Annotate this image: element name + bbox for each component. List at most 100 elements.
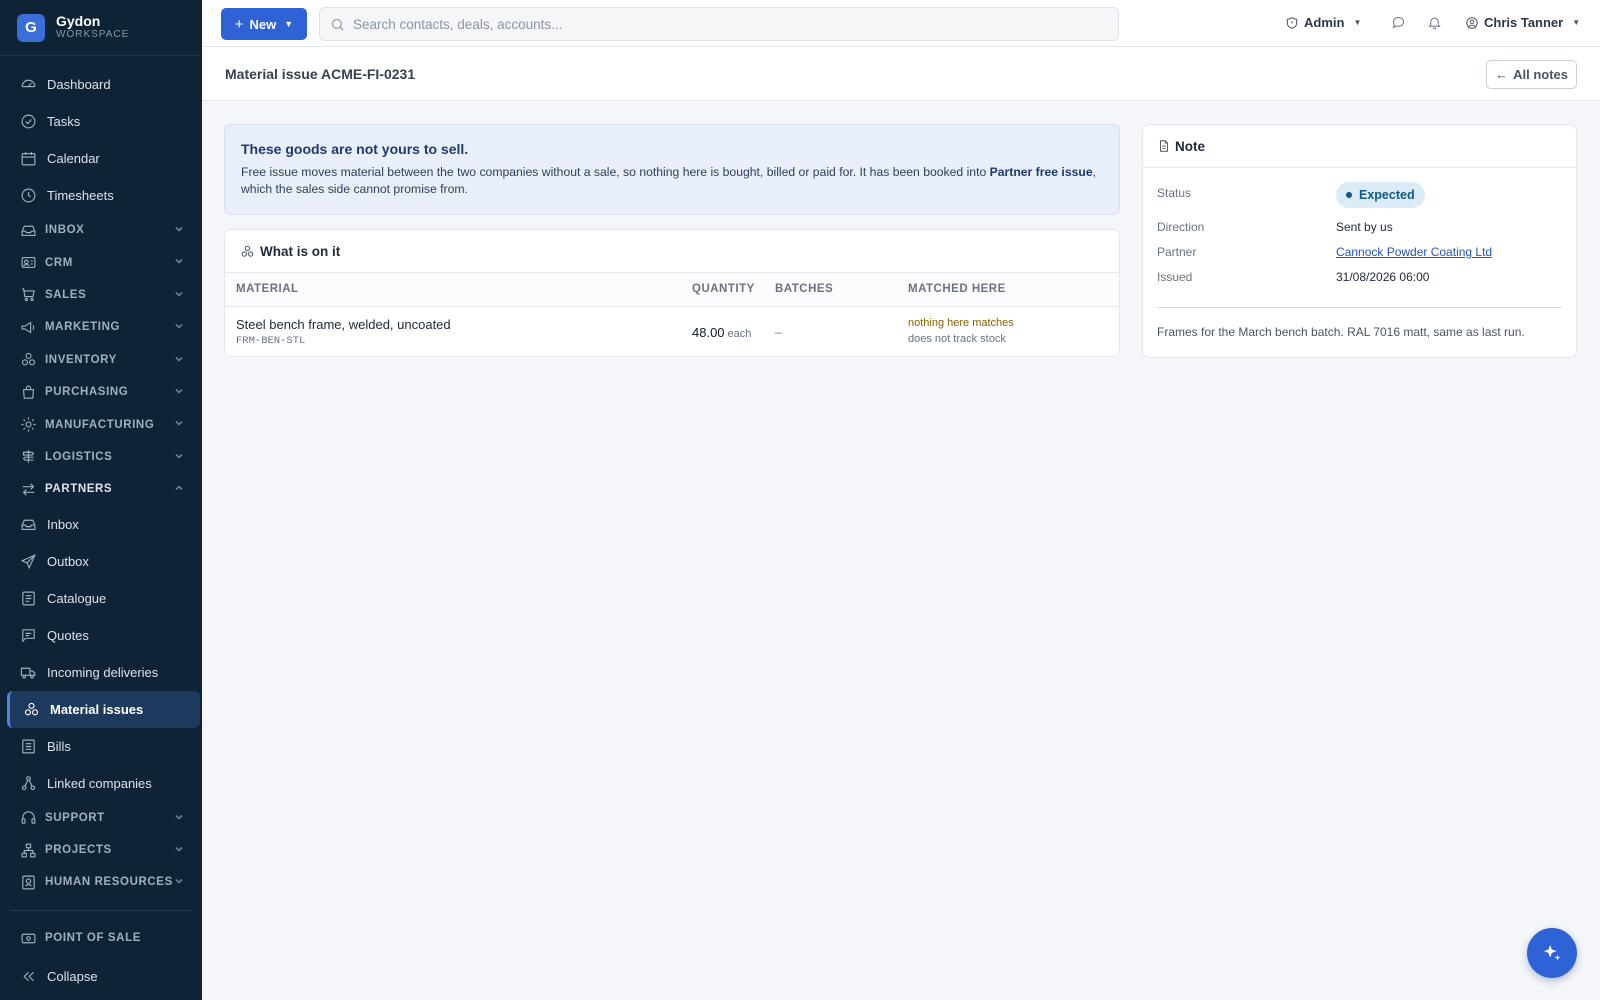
cart-icon xyxy=(19,286,37,304)
alert-title: These goods are not yours to sell. xyxy=(241,141,469,157)
sidebar-item-label: Incoming deliveries xyxy=(47,664,159,680)
ai-assistant-button[interactable] xyxy=(1527,928,1577,978)
sidebar-nav: Dashboard Tasks Calendar Timesheets INBO… xyxy=(0,56,202,899)
notifications-button[interactable] xyxy=(1427,15,1443,31)
chevron-down-icon xyxy=(175,356,183,362)
note-card-header: Note xyxy=(1143,125,1576,168)
sidebar-divider xyxy=(10,910,192,911)
brand-logo: G xyxy=(17,13,45,42)
sidebar-item-incoming-deliveries[interactable]: Incoming deliveries xyxy=(0,654,202,691)
chevron-up-icon xyxy=(175,485,183,491)
sidebar-section-projects[interactable]: PROJECTS xyxy=(0,834,202,866)
chevron-down-icon xyxy=(175,453,183,459)
bag-icon xyxy=(19,383,37,401)
status-label: Status xyxy=(1157,186,1192,200)
sidebar-item-label: Bills xyxy=(47,738,71,754)
bell-icon xyxy=(1428,17,1441,30)
alert-body-text: Free issue moves material between the tw… xyxy=(241,165,990,179)
search-icon xyxy=(331,18,344,31)
direction-value: Sent by us xyxy=(1336,220,1393,234)
search-box[interactable] xyxy=(319,7,1119,41)
collapse-label: Collapse xyxy=(47,969,98,984)
issued-value: 31/08/2026 06:00 xyxy=(1336,270,1430,284)
register-icon xyxy=(19,929,37,947)
gear-icon xyxy=(19,416,37,434)
sidebar-item-timesheets[interactable]: Timesheets xyxy=(0,177,202,214)
issued-label: Issued xyxy=(1157,270,1193,284)
column-header-batches: BATCHES xyxy=(775,283,834,295)
quantity-value: 48.00 xyxy=(692,325,725,340)
new-button-label: New xyxy=(249,16,277,32)
items-card-title: What is on it xyxy=(260,243,341,259)
sidebar-item-label: Material issues xyxy=(50,701,144,717)
caret-down-icon: ▼ xyxy=(1353,18,1362,27)
brand[interactable]: G Gydon WORKSPACE xyxy=(0,0,202,56)
batches-cell: – xyxy=(775,325,782,339)
sidebar-item-bills[interactable]: Bills xyxy=(0,728,202,765)
inbox-icon xyxy=(19,221,37,239)
column-header-material: MATERIAL xyxy=(236,283,299,295)
user-name: Chris Tanner xyxy=(1484,15,1564,30)
role-switcher[interactable]: Admin ▼ xyxy=(1285,15,1361,30)
sidebar-item-catalogue[interactable]: Catalogue xyxy=(0,580,202,617)
sidebar-section-logistics[interactable]: LOGISTICS xyxy=(0,441,202,473)
catalogue-icon xyxy=(19,589,37,607)
material-code: FRM-BEN-STL xyxy=(236,335,306,347)
new-button[interactable]: + New ▼ xyxy=(221,8,307,40)
sidebar-item-quotes[interactable]: Quotes xyxy=(0,617,202,654)
search-input[interactable] xyxy=(353,16,1053,32)
headset-icon xyxy=(19,809,37,827)
chevron-down-icon xyxy=(175,814,183,820)
chat-bubble-icon xyxy=(19,626,37,644)
sidebar-section-support[interactable]: SUPPORT xyxy=(0,802,202,834)
sidebar-item-tasks[interactable]: Tasks xyxy=(0,103,202,140)
table-header: MATERIAL QUANTITY BATCHES MATCHED HERE xyxy=(225,273,1119,307)
sidebar-section-human-resources[interactable]: HUMAN RESOURCES xyxy=(0,866,202,898)
sidebar-item-calendar[interactable]: Calendar xyxy=(0,140,202,177)
boxes-icon xyxy=(19,351,37,369)
chevron-down-icon xyxy=(175,388,183,394)
section-label: POINT OF SALE xyxy=(45,932,141,945)
section-label: INBOX xyxy=(45,224,85,237)
dashboard-icon xyxy=(19,76,37,94)
sidebar-section-sales[interactable]: SALES xyxy=(0,279,202,311)
all-notes-button[interactable]: ← All notes xyxy=(1486,60,1577,89)
sidebar-item-label: Inbox xyxy=(47,516,79,532)
user-menu[interactable]: Chris Tanner ▼ xyxy=(1465,15,1580,30)
hierarchy-icon xyxy=(19,841,37,859)
sidebar-section-partners[interactable]: PARTNERS xyxy=(0,473,202,505)
sidebar-item-label: Dashboard xyxy=(47,77,111,92)
column-header-matched-here: MATCHED HERE xyxy=(908,283,1006,295)
sidebar-section-point-of-sale[interactable]: POINT OF SALE xyxy=(0,922,202,954)
sidebar-item-dashboard[interactable]: Dashboard xyxy=(0,66,202,103)
sidebar-item-outbox[interactable]: Outbox xyxy=(0,543,202,580)
note-text: Frames for the March bench batch. RAL 70… xyxy=(1157,325,1525,339)
direction-label: Direction xyxy=(1157,220,1205,234)
messages-button[interactable] xyxy=(1391,15,1407,31)
sidebar-item-partner-inbox[interactable]: Inbox xyxy=(0,506,202,543)
top-bar: + New ▼ Admin ▼ Chris Tanner ▼ xyxy=(202,0,1600,47)
chat-icon xyxy=(1392,16,1405,29)
document-icon xyxy=(1160,140,1168,152)
signpost-icon xyxy=(19,448,37,466)
sidebar-item-label: Quotes xyxy=(47,627,89,643)
sidebar-section-manufacturing[interactable]: MANUFACTURING xyxy=(0,408,202,440)
sidebar-section-crm[interactable]: CRM xyxy=(0,246,202,278)
sidebar-item-label: Tasks xyxy=(47,114,81,129)
sidebar-item-linked-companies[interactable]: Linked companies xyxy=(0,765,202,802)
table-row[interactable]: Steel bench frame, welded, uncoated FRM-… xyxy=(225,307,1119,356)
sidebar-section-purchasing[interactable]: PURCHASING xyxy=(0,376,202,408)
sidebar-item-material-issues[interactable]: Material issues xyxy=(7,690,200,728)
sidebar-section-marketing[interactable]: MARKETING xyxy=(0,311,202,343)
status-dot xyxy=(1346,192,1352,198)
quantity-unit: each xyxy=(727,328,752,340)
section-label: MARKETING xyxy=(45,321,121,334)
sidebar-section-inventory[interactable]: INVENTORY xyxy=(0,344,202,376)
note-card: Note Status Expected Direction Sent by u… xyxy=(1142,124,1577,358)
sidebar-section-inbox[interactable]: INBOX xyxy=(0,214,202,246)
caret-down-icon: ▼ xyxy=(1572,18,1581,27)
info-alert: These goods are not yours to sell. Free … xyxy=(224,124,1120,215)
collapse-sidebar-button[interactable]: Collapse xyxy=(0,958,202,995)
sidebar: G Gydon WORKSPACE Dashboard Tasks Calend… xyxy=(0,0,202,1000)
partner-link[interactable]: Cannock Powder Coating Ltd xyxy=(1336,245,1492,259)
